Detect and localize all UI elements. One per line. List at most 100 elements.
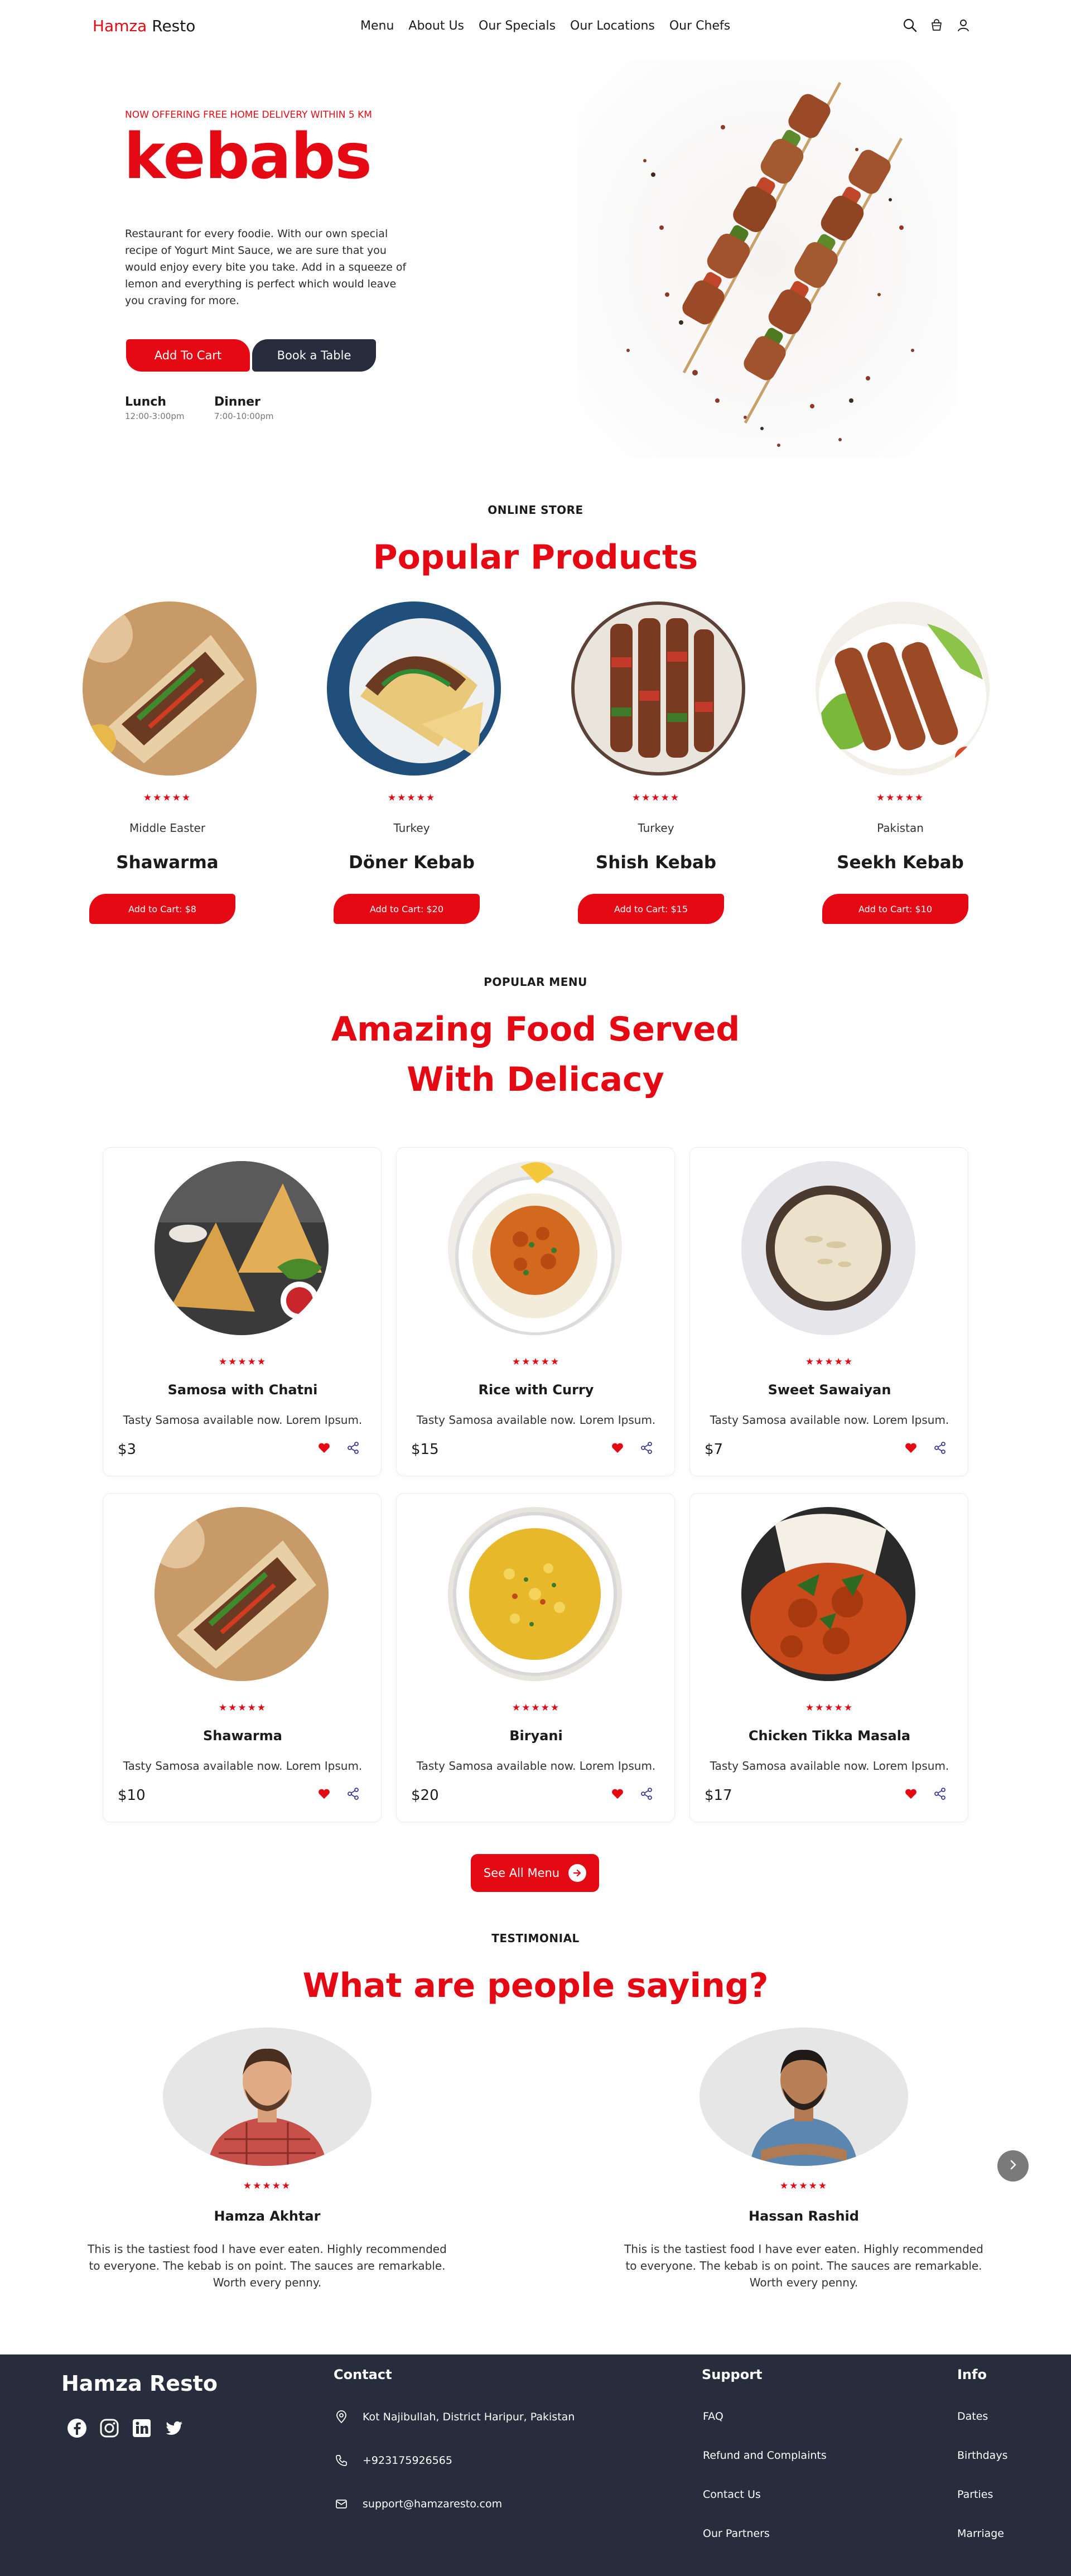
menu-image-rice-with-curry	[448, 1161, 622, 1335]
dinner-time: 7:00-10:00pm	[214, 411, 274, 421]
product-origin: Turkey	[638, 821, 674, 835]
product-add-to-cart-button[interactable]: Add to Cart: $15	[578, 894, 724, 924]
heart-icon[interactable]	[611, 1441, 624, 1455]
see-all-menu-button[interactable]: See All Menu	[471, 1854, 599, 1892]
menu-rating: ★★★★★	[218, 1356, 267, 1368]
menu-item-name: Sweet Sawaiyan	[768, 1382, 891, 1398]
product-rating: ★★★★★	[876, 792, 925, 803]
menu-item-description: Tasty Samosa available now. Lorem Ipsum.	[416, 1759, 656, 1773]
share-icon[interactable]	[640, 1441, 653, 1455]
share-icon[interactable]	[933, 1441, 947, 1455]
menu-rating: ★★★★★	[805, 1356, 854, 1368]
book-table-button[interactable]: Book a Table	[252, 339, 376, 372]
menu-card-biryani: ★★★★★ Biryani Tasty Samosa available now…	[396, 1493, 675, 1822]
menu-item-description: Tasty Samosa available now. Lorem Ipsum.	[416, 1413, 656, 1427]
testimonial-next-button[interactable]	[997, 2150, 1029, 2182]
heart-icon[interactable]	[611, 1787, 624, 1800]
instagram-icon[interactable]	[99, 2418, 119, 2438]
menu-item-price: $20	[411, 1787, 439, 1804]
heart-icon[interactable]	[904, 1787, 918, 1800]
footer-link-contact-us[interactable]: Contact Us	[703, 2488, 761, 2501]
product-add-to-cart-button[interactable]: Add to Cart: $8	[89, 894, 235, 924]
product-name: Shawarma	[116, 853, 219, 873]
search-icon[interactable]	[903, 18, 917, 32]
share-icon[interactable]	[346, 1787, 360, 1800]
footer-link-marriage[interactable]: Marriage	[957, 2527, 1004, 2540]
share-icon[interactable]	[933, 1787, 947, 1800]
product-image-doner-kebab	[327, 601, 501, 776]
menu-rating: ★★★★★	[512, 1702, 561, 1713]
contact-phone[interactable]: +923175926565	[335, 2454, 452, 2467]
heart-icon[interactable]	[317, 1441, 331, 1455]
lunch-time: 12:00-3:00pm	[125, 411, 185, 421]
menu-image-chicken-tikka-masala	[741, 1507, 915, 1681]
see-all-menu-label: See All Menu	[483, 1866, 560, 1880]
product-rating: ★★★★★	[143, 792, 192, 803]
linkedin-icon[interactable]	[132, 2418, 152, 2438]
add-to-cart-button[interactable]: Add To Cart	[126, 339, 250, 372]
share-icon[interactable]	[346, 1441, 360, 1455]
footer-link-parties[interactable]: Parties	[957, 2488, 993, 2501]
menu-item-price: $17	[705, 1787, 732, 1804]
product-add-to-cart-button[interactable]: Add to Cart: $10	[822, 894, 968, 924]
store-eyebrow: ONLINE STORE	[488, 503, 583, 517]
heart-icon[interactable]	[904, 1441, 918, 1455]
menu-card-sweet-sawaiyan: ★★★★★ Sweet Sawaiyan Tasty Samosa availa…	[689, 1147, 968, 1476]
product-origin: Turkey	[393, 821, 430, 835]
nav-item-our-locations[interactable]: Our Locations	[570, 19, 655, 33]
footer-link-dates[interactable]: Dates	[957, 2410, 988, 2423]
share-icon[interactable]	[640, 1787, 653, 1800]
nav-item-our-chefs[interactable]: Our Chefs	[669, 19, 730, 33]
product-card-seekh-kebab: ★★★★★ Pakistan Seekh Kebab Add to Cart: …	[805, 601, 995, 925]
menu-item-description: Tasty Samosa available now. Lorem Ipsum.	[123, 1413, 363, 1427]
nav-item-menu[interactable]: Menu	[360, 19, 394, 33]
product-rating: ★★★★★	[387, 792, 436, 803]
mail-icon	[335, 2497, 348, 2511]
menu-rating: ★★★★★	[218, 1702, 267, 1713]
support-heading: Support	[702, 2367, 763, 2382]
nav-item-about-us[interactable]: About Us	[408, 19, 464, 33]
testimonial-rating: ★★★★★	[243, 2180, 292, 2192]
heart-icon[interactable]	[317, 1787, 331, 1800]
contact-address: Kot Najibullah, District Haripur, Pakist…	[335, 2410, 575, 2424]
menu-card-rice-with-curry: ★★★★★ Rice with Curry Tasty Samosa avail…	[396, 1147, 675, 1476]
menu-heading-line-2: With Delicacy	[407, 1060, 664, 1099]
social-links	[67, 2418, 184, 2438]
product-add-to-cart-button[interactable]: Add to Cart: $20	[334, 894, 480, 924]
menu-item-name: Shawarma	[203, 1728, 282, 1744]
nav-item-our-specials[interactable]: Our Specials	[479, 19, 556, 33]
logo-part-hamza: Hamza	[93, 17, 147, 35]
contact-heading: Contact	[334, 2367, 392, 2382]
chevron-right-icon	[1007, 2159, 1019, 2173]
footer-link-refund[interactable]: Refund and Complaints	[703, 2449, 827, 2462]
product-card-doner-kebab: ★★★★★ Turkey Döner Kebab Add to Cart: $2…	[317, 601, 506, 925]
contact-email[interactable]: support@hamzaresto.com	[335, 2497, 502, 2511]
testimonial-heading: What are people saying?	[302, 1966, 769, 2005]
phone-icon	[335, 2454, 348, 2467]
menu-heading-line-1: Amazing Food Served	[331, 1010, 740, 1049]
footer-link-our-partners[interactable]: Our Partners	[703, 2527, 770, 2540]
menu-card-samosa: ★★★★★ Samosa with Chatni Tasty Samosa av…	[103, 1147, 382, 1476]
site-logo[interactable]: Hamza Resto	[93, 17, 195, 35]
lunch-label: Lunch	[125, 395, 167, 409]
location-pin-icon	[335, 2410, 348, 2424]
testimonial-card-hamza-akhtar: ★★★★★ Hamza Akhtar This is the tastiest …	[75, 2028, 460, 2307]
menu-item-price: $3	[118, 1441, 137, 1458]
product-image-seekh-kebab	[816, 601, 990, 776]
facebook-icon[interactable]	[67, 2418, 87, 2438]
testimonial-author: Hassan Rashid	[749, 2208, 859, 2224]
product-name: Döner Kebab	[348, 853, 475, 873]
product-rating: ★★★★★	[631, 792, 681, 803]
footer-link-faq[interactable]: FAQ	[703, 2410, 723, 2423]
arrow-right-icon	[568, 1864, 587, 1882]
footer-link-birthdays[interactable]: Birthdays	[957, 2449, 1007, 2462]
contact-phone-text: +923175926565	[363, 2454, 452, 2467]
product-card-shawarma: ★★★★★ Middle Easter Shawarma Add to Cart…	[73, 601, 262, 925]
twitter-icon[interactable]	[164, 2418, 184, 2438]
user-icon[interactable]	[956, 18, 971, 32]
site-header: Hamza Resto Menu About Us Our Specials O…	[0, 0, 1071, 54]
menu-image-samosa	[155, 1161, 329, 1335]
product-image-shish-kebab	[571, 601, 745, 776]
cart-icon[interactable]	[929, 18, 944, 32]
product-name: Shish Kebab	[595, 853, 717, 873]
